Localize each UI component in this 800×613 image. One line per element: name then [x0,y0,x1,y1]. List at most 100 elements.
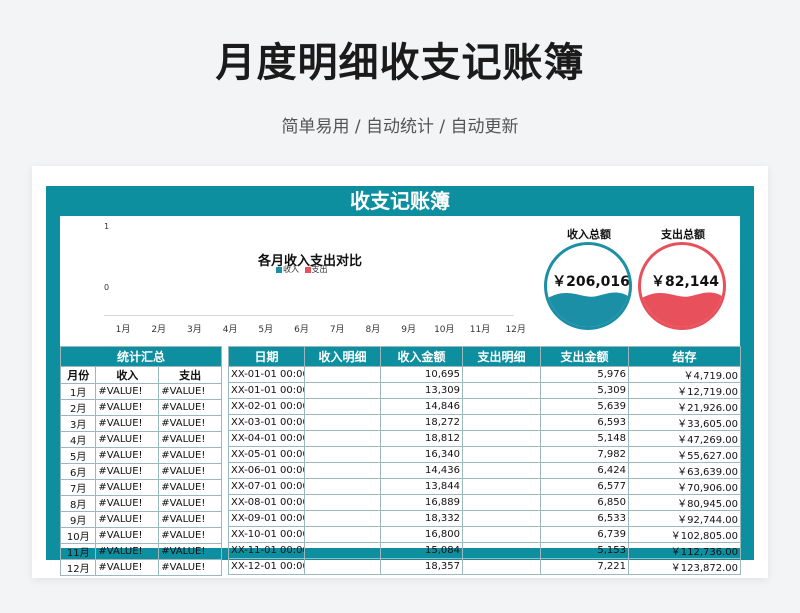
ledger-balance-cell[interactable]: ￥63,639.00 [628,462,741,479]
ledger-expense-amount-cell[interactable]: 6,533 [540,510,629,527]
summary-expense-cell[interactable]: #VALUE! [158,431,222,448]
ledger-income-amount-cell[interactable]: 16,889 [380,494,463,511]
ledger-expense-amount-cell[interactable]: 5,153 [540,542,629,559]
ledger-balance-cell[interactable]: ￥12,719.00 [628,382,741,399]
ledger-expense-detail-cell[interactable] [462,462,541,479]
ledger-expense-detail-cell[interactable] [462,366,541,383]
ledger-date-cell[interactable]: XX-03-01 00:00:00 [228,414,305,431]
ledger-date-cell[interactable]: XX-04-01 00:00:00 [228,430,305,447]
monthly-comparison-chart[interactable]: 1 0 各月收入支出对比 收入 支出 1月 2月 3月 4月 5月 6月 7月 8月 9月 10月… [60,216,530,336]
ledger-expense-amount-cell[interactable]: 5,639 [540,398,629,415]
ledger-expense-detail-cell[interactable] [462,542,541,559]
ledger-income-detail-cell[interactable] [304,478,381,495]
ledger-date-cell[interactable]: XX-02-01 00:00:00 [228,398,305,415]
ledger-income-detail-cell[interactable] [304,382,381,399]
ledger-expense-detail-cell[interactable] [462,510,541,527]
ledger-balance-cell[interactable]: ￥92,744.00 [628,510,741,527]
summary-expense-cell[interactable]: #VALUE! [158,415,222,432]
ledger-balance-cell[interactable]: ￥70,906.00 [628,478,741,495]
summary-expense-cell[interactable]: #VALUE! [158,383,222,400]
ledger-date-cell[interactable]: XX-01-01 00:00:00 [228,366,305,383]
ledger-income-detail-cell[interactable] [304,462,381,479]
ledger-balance-cell[interactable]: ￥33,605.00 [628,414,741,431]
ledger-income-amount-cell[interactable]: 15,084 [380,542,463,559]
summary-expense-cell[interactable]: #VALUE! [158,463,222,480]
summary-income-cell[interactable]: #VALUE! [95,431,160,448]
ledger-income-amount-cell[interactable]: 13,844 [380,478,463,495]
ledger-balance-cell[interactable]: ￥4,719.00 [628,366,741,383]
summary-expense-cell[interactable]: #VALUE! [158,479,222,496]
ledger-date-cell[interactable]: XX-12-01 00:00:00 [228,558,305,575]
ledger-income-detail-cell[interactable] [304,494,381,511]
summary-month-cell[interactable]: 2月 [59,399,97,416]
ledger-balance-cell[interactable]: ￥102,805.00 [628,526,741,543]
summary-month-cell[interactable]: 4月 [59,431,97,448]
summary-month-cell[interactable]: 10月 [59,527,97,544]
ledger-income-amount-cell[interactable]: 18,272 [380,414,463,431]
summary-expense-cell[interactable]: #VALUE! [158,495,222,512]
ledger-income-amount-cell[interactable]: 16,800 [380,526,463,543]
ledger-income-amount-cell[interactable]: 14,846 [380,398,463,415]
summary-month-cell[interactable]: 5月 [59,447,97,464]
ledger-income-detail-cell[interactable] [304,366,381,383]
ledger-expense-amount-cell[interactable]: 5,309 [540,382,629,399]
summary-income-cell[interactable]: #VALUE! [95,495,160,512]
ledger-balance-cell[interactable]: ￥55,627.00 [628,446,741,463]
ledger-balance-cell[interactable]: ￥112,736.00 [628,542,741,559]
ledger-date-cell[interactable]: XX-10-01 00:00:00 [228,526,305,543]
summary-expense-cell[interactable]: #VALUE! [158,543,222,560]
ledger-expense-detail-cell[interactable] [462,430,541,447]
ledger-income-detail-cell[interactable] [304,398,381,415]
ledger-expense-detail-cell[interactable] [462,558,541,575]
ledger-expense-detail-cell[interactable] [462,494,541,511]
ledger-expense-amount-cell[interactable]: 5,976 [540,366,629,383]
ledger-expense-amount-cell[interactable]: 7,221 [540,558,629,575]
summary-income-cell[interactable]: #VALUE! [95,559,160,576]
ledger-income-detail-cell[interactable] [304,510,381,527]
ledger-expense-amount-cell[interactable]: 6,424 [540,462,629,479]
ledger-date-cell[interactable]: XX-05-01 00:00:00 [228,446,305,463]
summary-month-cell[interactable]: 7月 [59,479,97,496]
summary-expense-cell[interactable]: #VALUE! [158,511,222,528]
ledger-income-amount-cell[interactable]: 16,340 [380,446,463,463]
summary-income-cell[interactable]: #VALUE! [95,527,160,544]
summary-income-cell[interactable]: #VALUE! [95,383,160,400]
ledger-income-detail-cell[interactable] [304,430,381,447]
ledger-expense-amount-cell[interactable]: 5,148 [540,430,629,447]
ledger-balance-cell[interactable]: ￥21,926.00 [628,398,741,415]
summary-income-cell[interactable]: #VALUE! [95,415,160,432]
summary-income-cell[interactable]: #VALUE! [95,399,160,416]
ledger-income-amount-cell[interactable]: 13,309 [380,382,463,399]
ledger-income-amount-cell[interactable]: 18,332 [380,510,463,527]
ledger-balance-cell[interactable]: ￥123,872.00 [628,558,741,575]
ledger-income-detail-cell[interactable] [304,542,381,559]
summary-income-cell[interactable]: #VALUE! [95,447,160,464]
summary-income-cell[interactable]: #VALUE! [95,479,160,496]
ledger-expense-detail-cell[interactable] [462,446,541,463]
ledger-date-cell[interactable]: XX-06-01 00:00:00 [228,462,305,479]
summary-income-cell[interactable]: #VALUE! [95,511,160,528]
summary-month-cell[interactable]: 1月 [59,383,97,400]
ledger-expense-amount-cell[interactable]: 6,577 [540,478,629,495]
ledger-expense-detail-cell[interactable] [462,414,541,431]
ledger-expense-amount-cell[interactable]: 6,850 [540,494,629,511]
ledger-income-amount-cell[interactable]: 14,436 [380,462,463,479]
ledger-income-amount-cell[interactable]: 18,357 [380,558,463,575]
summary-month-cell[interactable]: 8月 [59,495,97,512]
ledger-expense-amount-cell[interactable]: 7,982 [540,446,629,463]
ledger-balance-cell[interactable]: ￥80,945.00 [628,494,741,511]
ledger-income-detail-cell[interactable] [304,446,381,463]
ledger-date-cell[interactable]: XX-01-01 00:00:00 [228,382,305,399]
ledger-expense-detail-cell[interactable] [462,382,541,399]
summary-expense-cell[interactable]: #VALUE! [158,399,222,416]
summary-income-cell[interactable]: #VALUE! [95,463,160,480]
ledger-income-detail-cell[interactable] [304,526,381,543]
summary-expense-cell[interactable]: #VALUE! [158,527,222,544]
ledger-income-detail-cell[interactable] [304,414,381,431]
summary-month-cell[interactable]: 12月 [59,559,97,576]
summary-expense-cell[interactable]: #VALUE! [158,447,222,464]
ledger-expense-amount-cell[interactable]: 6,593 [540,414,629,431]
summary-income-cell[interactable]: #VALUE! [95,543,160,560]
ledger-income-amount-cell[interactable]: 18,812 [380,430,463,447]
ledger-income-amount-cell[interactable]: 10,695 [380,366,463,383]
